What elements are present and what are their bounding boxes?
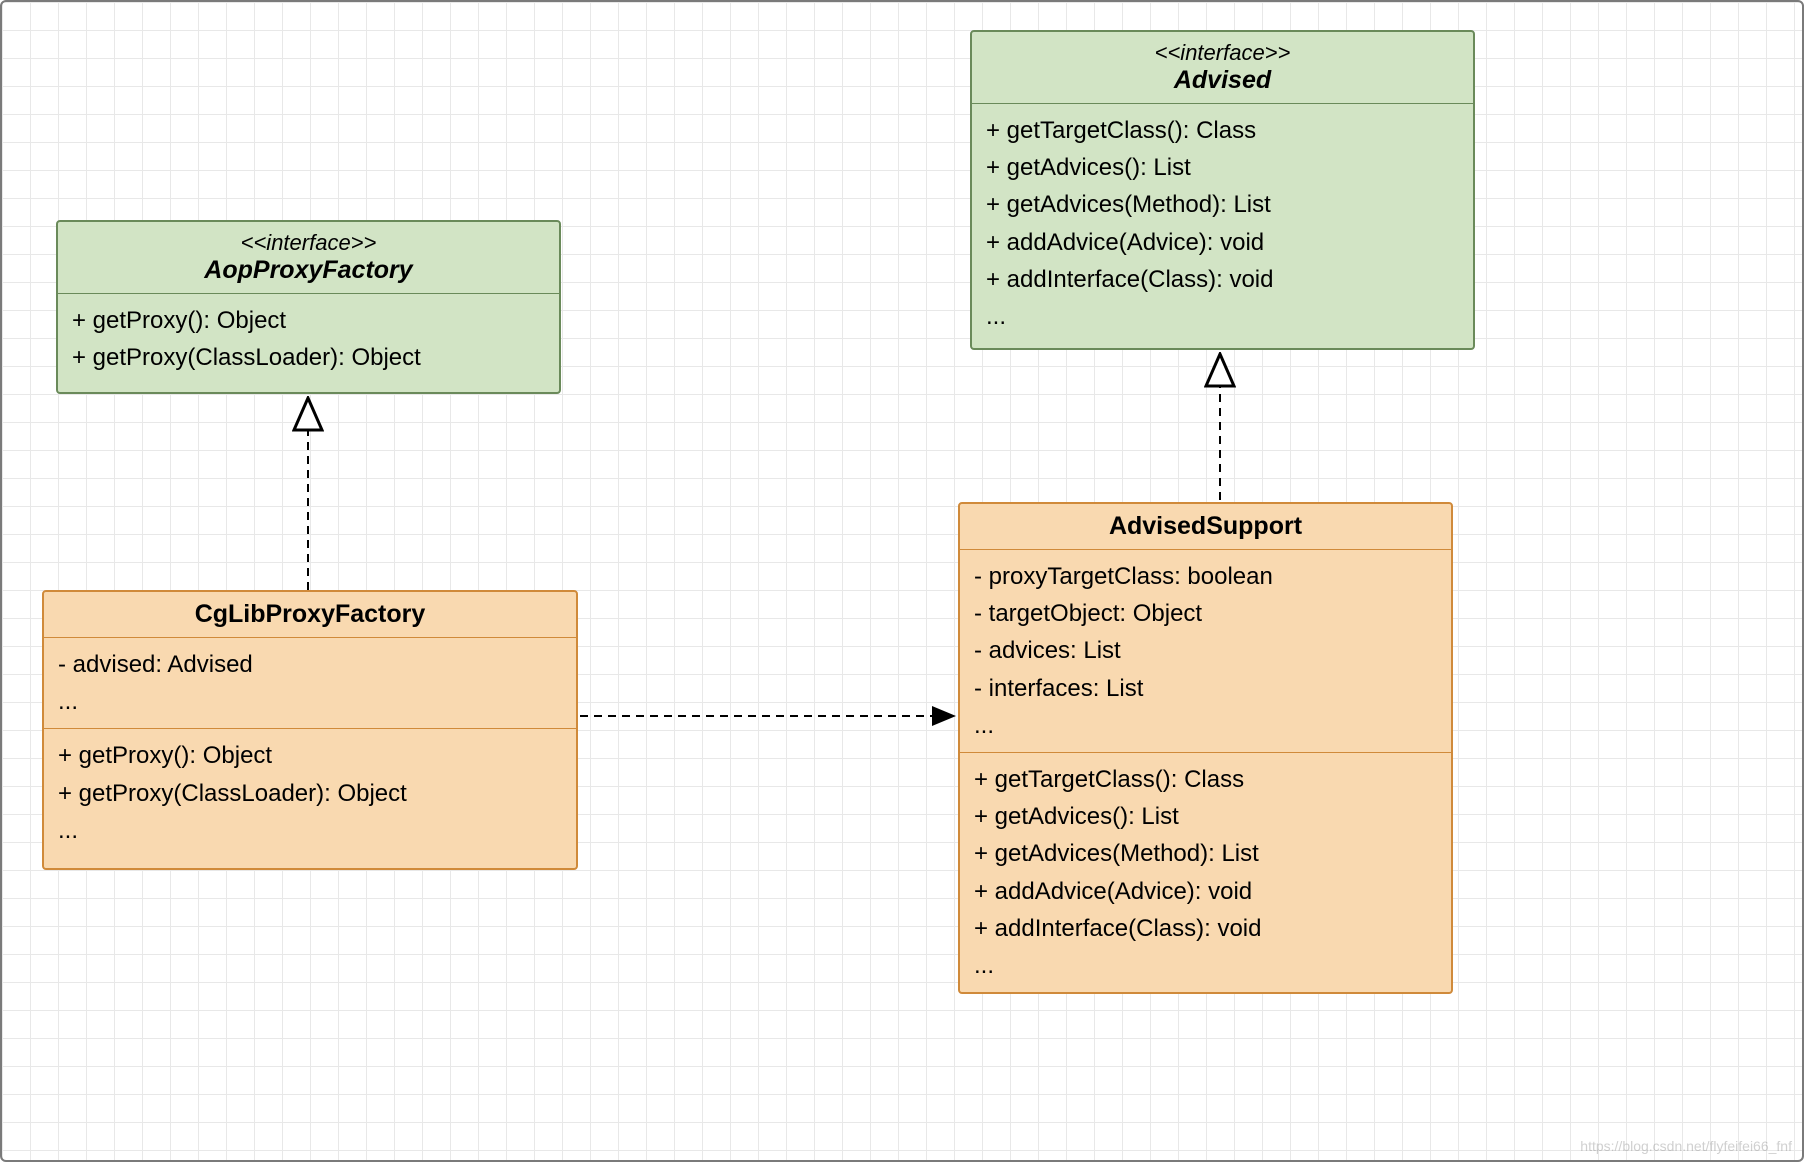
method: + getProxy(): Object bbox=[72, 302, 545, 339]
methods-compartment: + getTargetClass(): Class + getAdvices()… bbox=[972, 103, 1473, 343]
attribute: - targetObject: Object bbox=[974, 595, 1437, 632]
method: + getTargetClass(): Class bbox=[986, 112, 1459, 149]
method-ellipsis: ... bbox=[974, 947, 1437, 984]
attribute-ellipsis: ... bbox=[974, 707, 1437, 744]
attribute: - advised: Advised bbox=[58, 646, 562, 683]
canvas-grid bbox=[0, 0, 1804, 1162]
class-header: CgLibProxyFactory bbox=[44, 592, 576, 637]
class-header: <<interface>> AopProxyFactory bbox=[58, 222, 559, 293]
class-aopproxyfactory[interactable]: <<interface>> AopProxyFactory + getProxy… bbox=[56, 220, 561, 394]
stereotype-label: <<interface>> bbox=[986, 40, 1459, 66]
attribute: - proxyTargetClass: boolean bbox=[974, 558, 1437, 595]
attributes-compartment: - advised: Advised ... bbox=[44, 637, 576, 728]
method: + getAdvices(Method): List bbox=[974, 835, 1437, 872]
method: + getAdvices(): List bbox=[986, 149, 1459, 186]
method: + getAdvices(Method): List bbox=[986, 186, 1459, 223]
methods-compartment: + getTargetClass(): Class + getAdvices()… bbox=[960, 752, 1451, 992]
method: + getAdvices(): List bbox=[974, 798, 1437, 835]
class-header: AdvisedSupport bbox=[960, 504, 1451, 549]
method-ellipsis: ... bbox=[58, 812, 562, 849]
method: + addInterface(Class): void bbox=[974, 910, 1437, 947]
class-name: AdvisedSupport bbox=[974, 512, 1437, 541]
method: + getTargetClass(): Class bbox=[974, 761, 1437, 798]
attribute-ellipsis: ... bbox=[58, 683, 562, 720]
method: + getProxy(ClassLoader): Object bbox=[72, 339, 545, 376]
method: + getProxy(ClassLoader): Object bbox=[58, 775, 562, 812]
stereotype-label: <<interface>> bbox=[72, 230, 545, 256]
attribute: - advices: List bbox=[974, 632, 1437, 669]
method: + getProxy(): Object bbox=[58, 737, 562, 774]
class-advised[interactable]: <<interface>> Advised + getTargetClass()… bbox=[970, 30, 1475, 350]
attributes-compartment: - proxyTargetClass: boolean - targetObje… bbox=[960, 549, 1451, 752]
methods-compartment: + getProxy(): Object + getProxy(ClassLoa… bbox=[44, 728, 576, 857]
class-cglibproxyfactory[interactable]: CgLibProxyFactory - advised: Advised ...… bbox=[42, 590, 578, 870]
methods-compartment: + getProxy(): Object + getProxy(ClassLoa… bbox=[58, 293, 559, 384]
class-name: AopProxyFactory bbox=[72, 256, 545, 285]
class-header: <<interface>> Advised bbox=[972, 32, 1473, 103]
class-advisedsupport[interactable]: AdvisedSupport - proxyTargetClass: boole… bbox=[958, 502, 1453, 994]
method: + addAdvice(Advice): void bbox=[974, 873, 1437, 910]
method: + addInterface(Class): void bbox=[986, 261, 1459, 298]
watermark-text: https://blog.csdn.net/flyfeifei66_fnf bbox=[1580, 1138, 1792, 1154]
attribute: - interfaces: List bbox=[974, 670, 1437, 707]
method: + addAdvice(Advice): void bbox=[986, 224, 1459, 261]
class-name: CgLibProxyFactory bbox=[58, 600, 562, 629]
method-ellipsis: ... bbox=[986, 298, 1459, 335]
class-name: Advised bbox=[986, 66, 1459, 95]
